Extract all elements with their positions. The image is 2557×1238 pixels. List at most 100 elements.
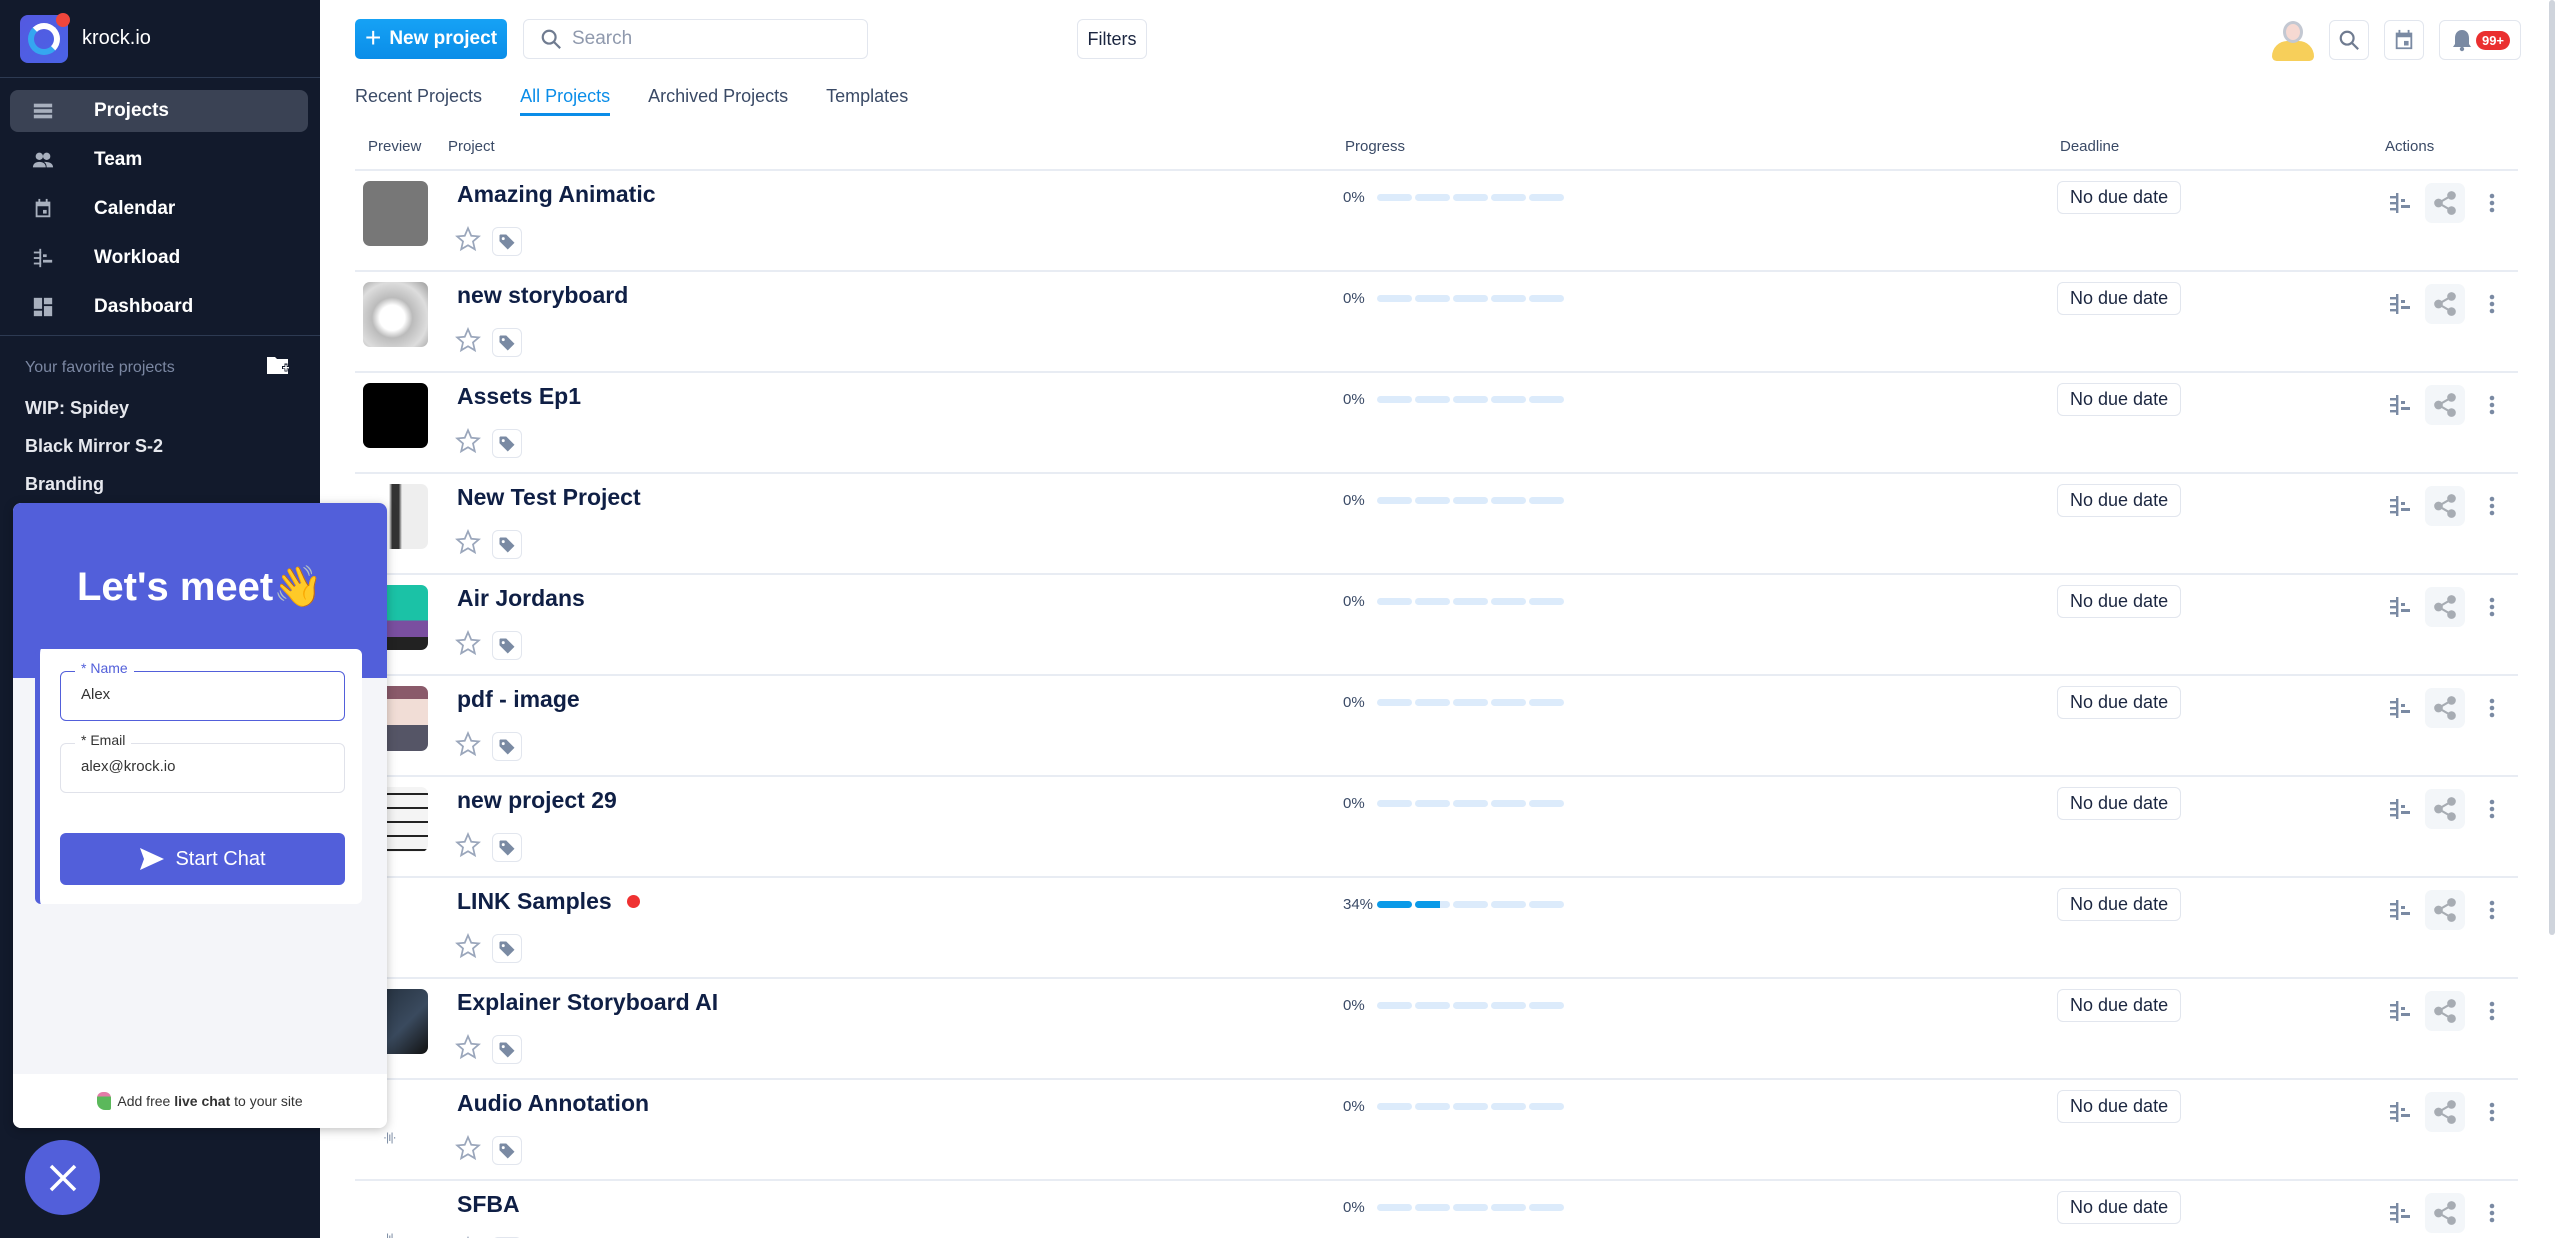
- share-button[interactable]: [2425, 486, 2465, 526]
- project-name[interactable]: new storyboard: [457, 282, 628, 309]
- project-name[interactable]: SFBA: [457, 1191, 520, 1218]
- workload-button[interactable]: [2385, 188, 2415, 218]
- more-options-button[interactable]: [2477, 1198, 2507, 1228]
- name-field[interactable]: * Name: [60, 660, 345, 721]
- workload-button[interactable]: [2385, 289, 2415, 319]
- table-row[interactable]: ·|ı|· Audio Annotation 0% No due date: [355, 1080, 2518, 1181]
- workload-button[interactable]: [2385, 1097, 2415, 1127]
- new-project-button[interactable]: + New project: [355, 19, 507, 59]
- project-name[interactable]: Explainer Storyboard AI: [457, 989, 718, 1016]
- workload-button[interactable]: [2385, 592, 2415, 622]
- project-name[interactable]: New Test Project: [457, 484, 641, 511]
- search-input[interactable]: [572, 28, 852, 50]
- notifications-button[interactable]: 99+: [2439, 20, 2521, 60]
- sidebar-item-dashboard[interactable]: Dashboard: [10, 286, 308, 328]
- favorite-star-icon[interactable]: [455, 327, 481, 353]
- search-box[interactable]: [523, 19, 868, 59]
- workload-button[interactable]: [2385, 1198, 2415, 1228]
- user-avatar[interactable]: [2272, 19, 2314, 61]
- tag-button[interactable]: [492, 530, 522, 559]
- project-preview-thumbnail[interactable]: [363, 383, 428, 448]
- deadline-button[interactable]: No due date: [2057, 181, 2182, 214]
- table-row[interactable]: New Test Project 0% No due date: [355, 474, 2518, 575]
- table-row[interactable]: new storyboard 0% No due date: [355, 272, 2518, 373]
- favorite-project[interactable]: Branding: [25, 474, 295, 495]
- workload-button[interactable]: [2385, 491, 2415, 521]
- sidebar-item-team[interactable]: Team: [10, 139, 308, 181]
- favorite-star-icon[interactable]: [455, 630, 481, 656]
- sidebar-item-workload[interactable]: Workload: [10, 237, 308, 279]
- project-name[interactable]: LINK Samples: [457, 888, 640, 915]
- column-progress[interactable]: Progress: [1345, 138, 1405, 155]
- favorite-project[interactable]: WIP: Spidey: [25, 398, 295, 419]
- share-button[interactable]: [2425, 1193, 2465, 1233]
- deadline-button[interactable]: No due date: [2057, 282, 2182, 315]
- table-row[interactable]: Air Jordans 0% No due date: [355, 575, 2518, 676]
- email-field[interactable]: * Email: [60, 732, 345, 793]
- tag-button[interactable]: [492, 934, 522, 963]
- favorite-project[interactable]: Black Mirror S-2: [25, 436, 295, 457]
- favorite-star-icon[interactable]: [455, 832, 481, 858]
- project-name[interactable]: Assets Ep1: [457, 383, 581, 410]
- favorite-star-icon[interactable]: [455, 1135, 481, 1161]
- global-search-button[interactable]: [2329, 20, 2369, 60]
- tab-templates[interactable]: Templates: [826, 86, 908, 116]
- more-options-button[interactable]: [2477, 693, 2507, 723]
- tag-button[interactable]: [492, 227, 522, 256]
- deadline-button[interactable]: No due date: [2057, 585, 2182, 618]
- share-button[interactable]: [2425, 385, 2465, 425]
- share-button[interactable]: [2425, 789, 2465, 829]
- workload-button[interactable]: [2385, 390, 2415, 420]
- project-name[interactable]: Air Jordans: [457, 585, 585, 612]
- table-row[interactable]: Amazing Animatic 0% No due date: [355, 171, 2518, 272]
- share-button[interactable]: [2425, 688, 2465, 728]
- project-name[interactable]: pdf - image: [457, 686, 580, 713]
- project-name[interactable]: Audio Annotation: [457, 1090, 649, 1117]
- favorite-star-icon[interactable]: [455, 226, 481, 252]
- tab-recent-projects[interactable]: Recent Projects: [355, 86, 482, 116]
- column-project[interactable]: Project: [448, 138, 495, 155]
- tab-all-projects[interactable]: All Projects: [520, 86, 611, 116]
- project-preview-thumbnail[interactable]: ·|ı|·: [363, 1191, 428, 1238]
- filters-button[interactable]: Filters: [1077, 19, 1147, 59]
- deadline-button[interactable]: No due date: [2057, 989, 2182, 1022]
- deadline-button[interactable]: No due date: [2057, 787, 2182, 820]
- chat-close-button[interactable]: [25, 1140, 100, 1215]
- share-button[interactable]: [2425, 284, 2465, 324]
- share-button[interactable]: [2425, 991, 2465, 1031]
- favorite-star-icon[interactable]: [455, 933, 481, 959]
- tag-button[interactable]: [492, 732, 522, 761]
- table-row[interactable]: new project 29 0% No due date: [355, 777, 2518, 878]
- tag-button[interactable]: [492, 833, 522, 862]
- share-button[interactable]: [2425, 183, 2465, 223]
- sidebar-item-calendar[interactable]: Calendar: [10, 188, 308, 230]
- deadline-button[interactable]: No due date: [2057, 686, 2182, 719]
- column-deadline[interactable]: Deadline: [2060, 138, 2119, 155]
- table-row[interactable]: LINK Samples 34% No due date: [355, 878, 2518, 979]
- email-input[interactable]: [81, 758, 331, 775]
- more-options-button[interactable]: [2477, 289, 2507, 319]
- workload-button[interactable]: [2385, 895, 2415, 925]
- more-options-button[interactable]: [2477, 491, 2507, 521]
- table-row[interactable]: pdf - image 0% No due date: [355, 676, 2518, 777]
- more-options-button[interactable]: [2477, 592, 2507, 622]
- deadline-button[interactable]: No due date: [2057, 1090, 2182, 1123]
- tab-archived-projects[interactable]: Archived Projects: [648, 86, 788, 116]
- tag-button[interactable]: [492, 1136, 522, 1165]
- share-button[interactable]: [2425, 890, 2465, 930]
- sidebar-item-projects[interactable]: Projects: [10, 90, 308, 132]
- table-row[interactable]: Assets Ep1 0% No due date: [355, 373, 2518, 474]
- deadline-button[interactable]: No due date: [2057, 383, 2182, 416]
- table-row[interactable]: ·|ı|· SFBA 0% No due date: [355, 1181, 2518, 1238]
- deadline-button[interactable]: No due date: [2057, 484, 2182, 517]
- deadline-button[interactable]: No due date: [2057, 1191, 2182, 1224]
- project-name[interactable]: Amazing Animatic: [457, 181, 656, 208]
- tag-button[interactable]: [492, 328, 522, 357]
- more-options-button[interactable]: [2477, 895, 2507, 925]
- more-options-button[interactable]: [2477, 794, 2507, 824]
- scrollbar[interactable]: [2549, 0, 2555, 935]
- deadline-button[interactable]: No due date: [2057, 888, 2182, 921]
- more-options-button[interactable]: [2477, 996, 2507, 1026]
- chat-footer-link[interactable]: Add free live chat to your site: [13, 1074, 387, 1128]
- share-button[interactable]: [2425, 1092, 2465, 1132]
